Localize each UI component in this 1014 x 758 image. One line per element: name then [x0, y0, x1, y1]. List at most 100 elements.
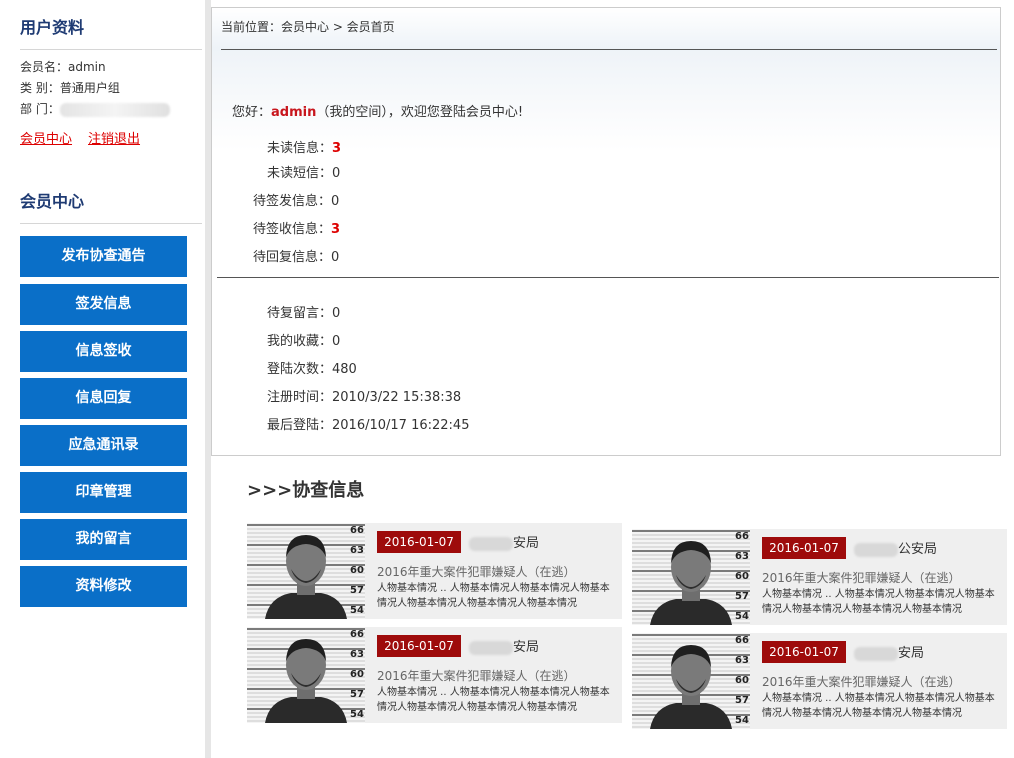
height-tick-label: 57 [350, 689, 364, 700]
member-name: 会员名：admin [20, 60, 106, 74]
username: admin [271, 105, 317, 120]
stat-value: 0 [331, 250, 340, 265]
account-last-login: 最后登陆：2016/10/17 16:22:45 [267, 414, 469, 433]
height-tick-label: 54 [735, 715, 749, 726]
stat-pending-issue: 待签发信息：0 [253, 190, 339, 209]
org-redacted [854, 542, 898, 557]
height-tick-label: 66 [735, 635, 749, 646]
height-tick-label: 60 [350, 565, 364, 576]
height-tick-label: 57 [735, 695, 749, 706]
welcome-message: 您好：admin（我的空间），欢迎您登陆会员中心! [232, 101, 523, 120]
card-title[interactable]: 2016年重大案件犯罪嫌疑人（在逃） [762, 673, 961, 690]
mugshot-image: 66 63 60 57 54 [632, 529, 750, 625]
assist-card[interactable]: 66 63 60 57 54 2016-01-07 安局 2016年重大案件犯罪嫌疑人（… [247, 627, 622, 723]
breadcrumb: 当前位置：会员中心 > 会员首页 [221, 20, 395, 34]
height-tick-label: 54 [350, 709, 364, 720]
assist-section-title: >>>协查信息 [247, 480, 365, 501]
center-divider [20, 223, 202, 224]
menu-issue-info[interactable]: 签发信息 [20, 284, 187, 325]
stat-label: 待签收信息： [253, 222, 332, 237]
height-tick-label: 63 [350, 545, 364, 556]
menu-publish-notice[interactable]: 发布协查通告 [20, 236, 187, 277]
stat-value: 0 [331, 194, 340, 209]
suspect-photo: 66 63 60 57 54 [247, 627, 365, 723]
card-title[interactable]: 2016年重大案件犯罪嫌疑人（在逃） [377, 563, 576, 580]
member-panel: 当前位置：会员中心 > 会员首页 您好：admin（我的空间），欢迎您登陆会员中… [211, 7, 1001, 456]
card-description: 人物基本情况 .. 人物基本情况人物基本情况人物基本情况人物基本情况人物基本情况… [762, 589, 995, 615]
account-login-count: 登陆次数：480 [267, 358, 357, 377]
member-type: 类 别：普通用户组 [20, 81, 120, 95]
card-org: 安局 [469, 532, 539, 551]
height-tick-label: 63 [735, 551, 749, 562]
stat-pending-reply: 待回复信息：0 [253, 246, 339, 265]
welcome-suffix: （我的空间），欢迎您登陆会员中心! [316, 105, 524, 120]
card-title[interactable]: 2016年重大案件犯罪嫌疑人（在逃） [762, 569, 961, 586]
account-value: 2010/3/22 15:38:38 [332, 390, 462, 405]
card-description: 人物基本情况 .. 人物基本情况人物基本情况人物基本情况人物基本情况人物基本情况… [377, 687, 610, 713]
org-redacted [854, 646, 898, 661]
menu-reply-info[interactable]: 信息回复 [20, 378, 187, 419]
card-description: 人物基本情况 .. 人物基本情况人物基本情况人物基本情况人物基本情况人物基本情况… [762, 693, 995, 719]
center-title: 会员中心 [20, 192, 85, 211]
height-tick-label: 57 [350, 585, 364, 596]
height-tick-label: 66 [350, 525, 364, 536]
org-redacted [469, 536, 513, 551]
logout-link[interactable]: 注销退出 [88, 128, 140, 147]
height-tick-label: 63 [735, 655, 749, 666]
stat-label: 未读短信： [267, 166, 333, 181]
card-date: 2016-01-07 [377, 635, 461, 657]
profile-title: 用户资料 [20, 18, 85, 37]
assist-card[interactable]: 66 63 60 57 54 2016-01-07 公安局 2016年重大案件犯罪嫌疑人… [632, 529, 1007, 625]
stats-divider [217, 277, 999, 278]
height-tick-label: 60 [735, 571, 749, 582]
menu-sign-info[interactable]: 信息签收 [20, 331, 187, 372]
mugshot-image: 66 63 60 57 54 [247, 523, 365, 619]
card-date: 2016-01-07 [762, 641, 846, 663]
height-tick-label: 54 [350, 605, 364, 616]
height-tick-label: 54 [735, 611, 749, 622]
menu-edit-profile[interactable]: 资料修改 [20, 566, 187, 607]
card-org-text: 公安局 [898, 542, 938, 557]
breadcrumb-divider [221, 49, 997, 50]
stat-label: 待回复信息： [253, 250, 332, 265]
card-org-text: 安局 [513, 536, 540, 551]
height-tick-label: 60 [350, 669, 364, 680]
card-date: 2016-01-07 [762, 537, 846, 559]
mugshot-image: 66 63 60 57 54 [247, 627, 365, 723]
assist-card[interactable]: 66 63 60 57 54 2016-01-07 安局 2016年重大案件犯罪嫌疑人（… [632, 633, 1007, 729]
member-center-link[interactable]: 会员中心 [20, 128, 72, 147]
suspect-photo: 66 63 60 57 54 [632, 633, 750, 729]
height-tick-label: 66 [735, 531, 749, 542]
account-label: 登陆次数： [267, 362, 333, 377]
stat-value: 3 [332, 141, 342, 156]
account-value: 480 [332, 362, 357, 377]
account-value: 2016/10/17 16:22:45 [332, 418, 470, 433]
account-register-time: 注册时间：2010/3/22 15:38:38 [267, 386, 461, 405]
account-label: 注册时间： [267, 390, 333, 405]
card-title[interactable]: 2016年重大案件犯罪嫌疑人（在逃） [377, 667, 576, 684]
menu-seal-management[interactable]: 印章管理 [20, 472, 187, 513]
stat-unread-info: 未读信息：3 [267, 137, 341, 156]
suspect-photo: 66 63 60 57 54 [247, 523, 365, 619]
account-label: 待复留言： [267, 306, 333, 321]
card-org: 公安局 [854, 538, 937, 557]
card-org-text: 安局 [513, 640, 540, 655]
account-pending-messages: 待复留言：0 [267, 302, 340, 321]
account-favorites: 我的收藏：0 [267, 330, 340, 349]
stat-label: 待签发信息： [253, 194, 332, 209]
account-label: 我的收藏： [267, 334, 333, 349]
card-description: 人物基本情况 .. 人物基本情况人物基本情况人物基本情况人物基本情况人物基本情况… [377, 583, 610, 609]
card-org-text: 安局 [898, 646, 925, 661]
height-tick-label: 60 [735, 675, 749, 686]
department-row: 部 门： [20, 100, 170, 118]
stat-label: 未读信息： [267, 141, 333, 156]
menu-emergency-contacts[interactable]: 应急通讯录 [20, 425, 187, 466]
menu-my-messages[interactable]: 我的留言 [20, 519, 187, 560]
assist-card[interactable]: 66 63 60 57 54 2016-01-07 安局 2016年重大案件犯罪嫌疑人（… [247, 523, 622, 619]
stat-unread-sms: 未读短信：0 [267, 162, 340, 181]
sidebar: 用户资料 会员名：admin 类 别：普通用户组 部 门： 会员中心 注销退出 … [0, 0, 205, 758]
height-tick-label: 66 [350, 629, 364, 640]
account-value: 0 [332, 306, 341, 321]
stat-pending-sign: 待签收信息：3 [253, 218, 340, 237]
welcome-prefix: 您好： [232, 105, 272, 120]
